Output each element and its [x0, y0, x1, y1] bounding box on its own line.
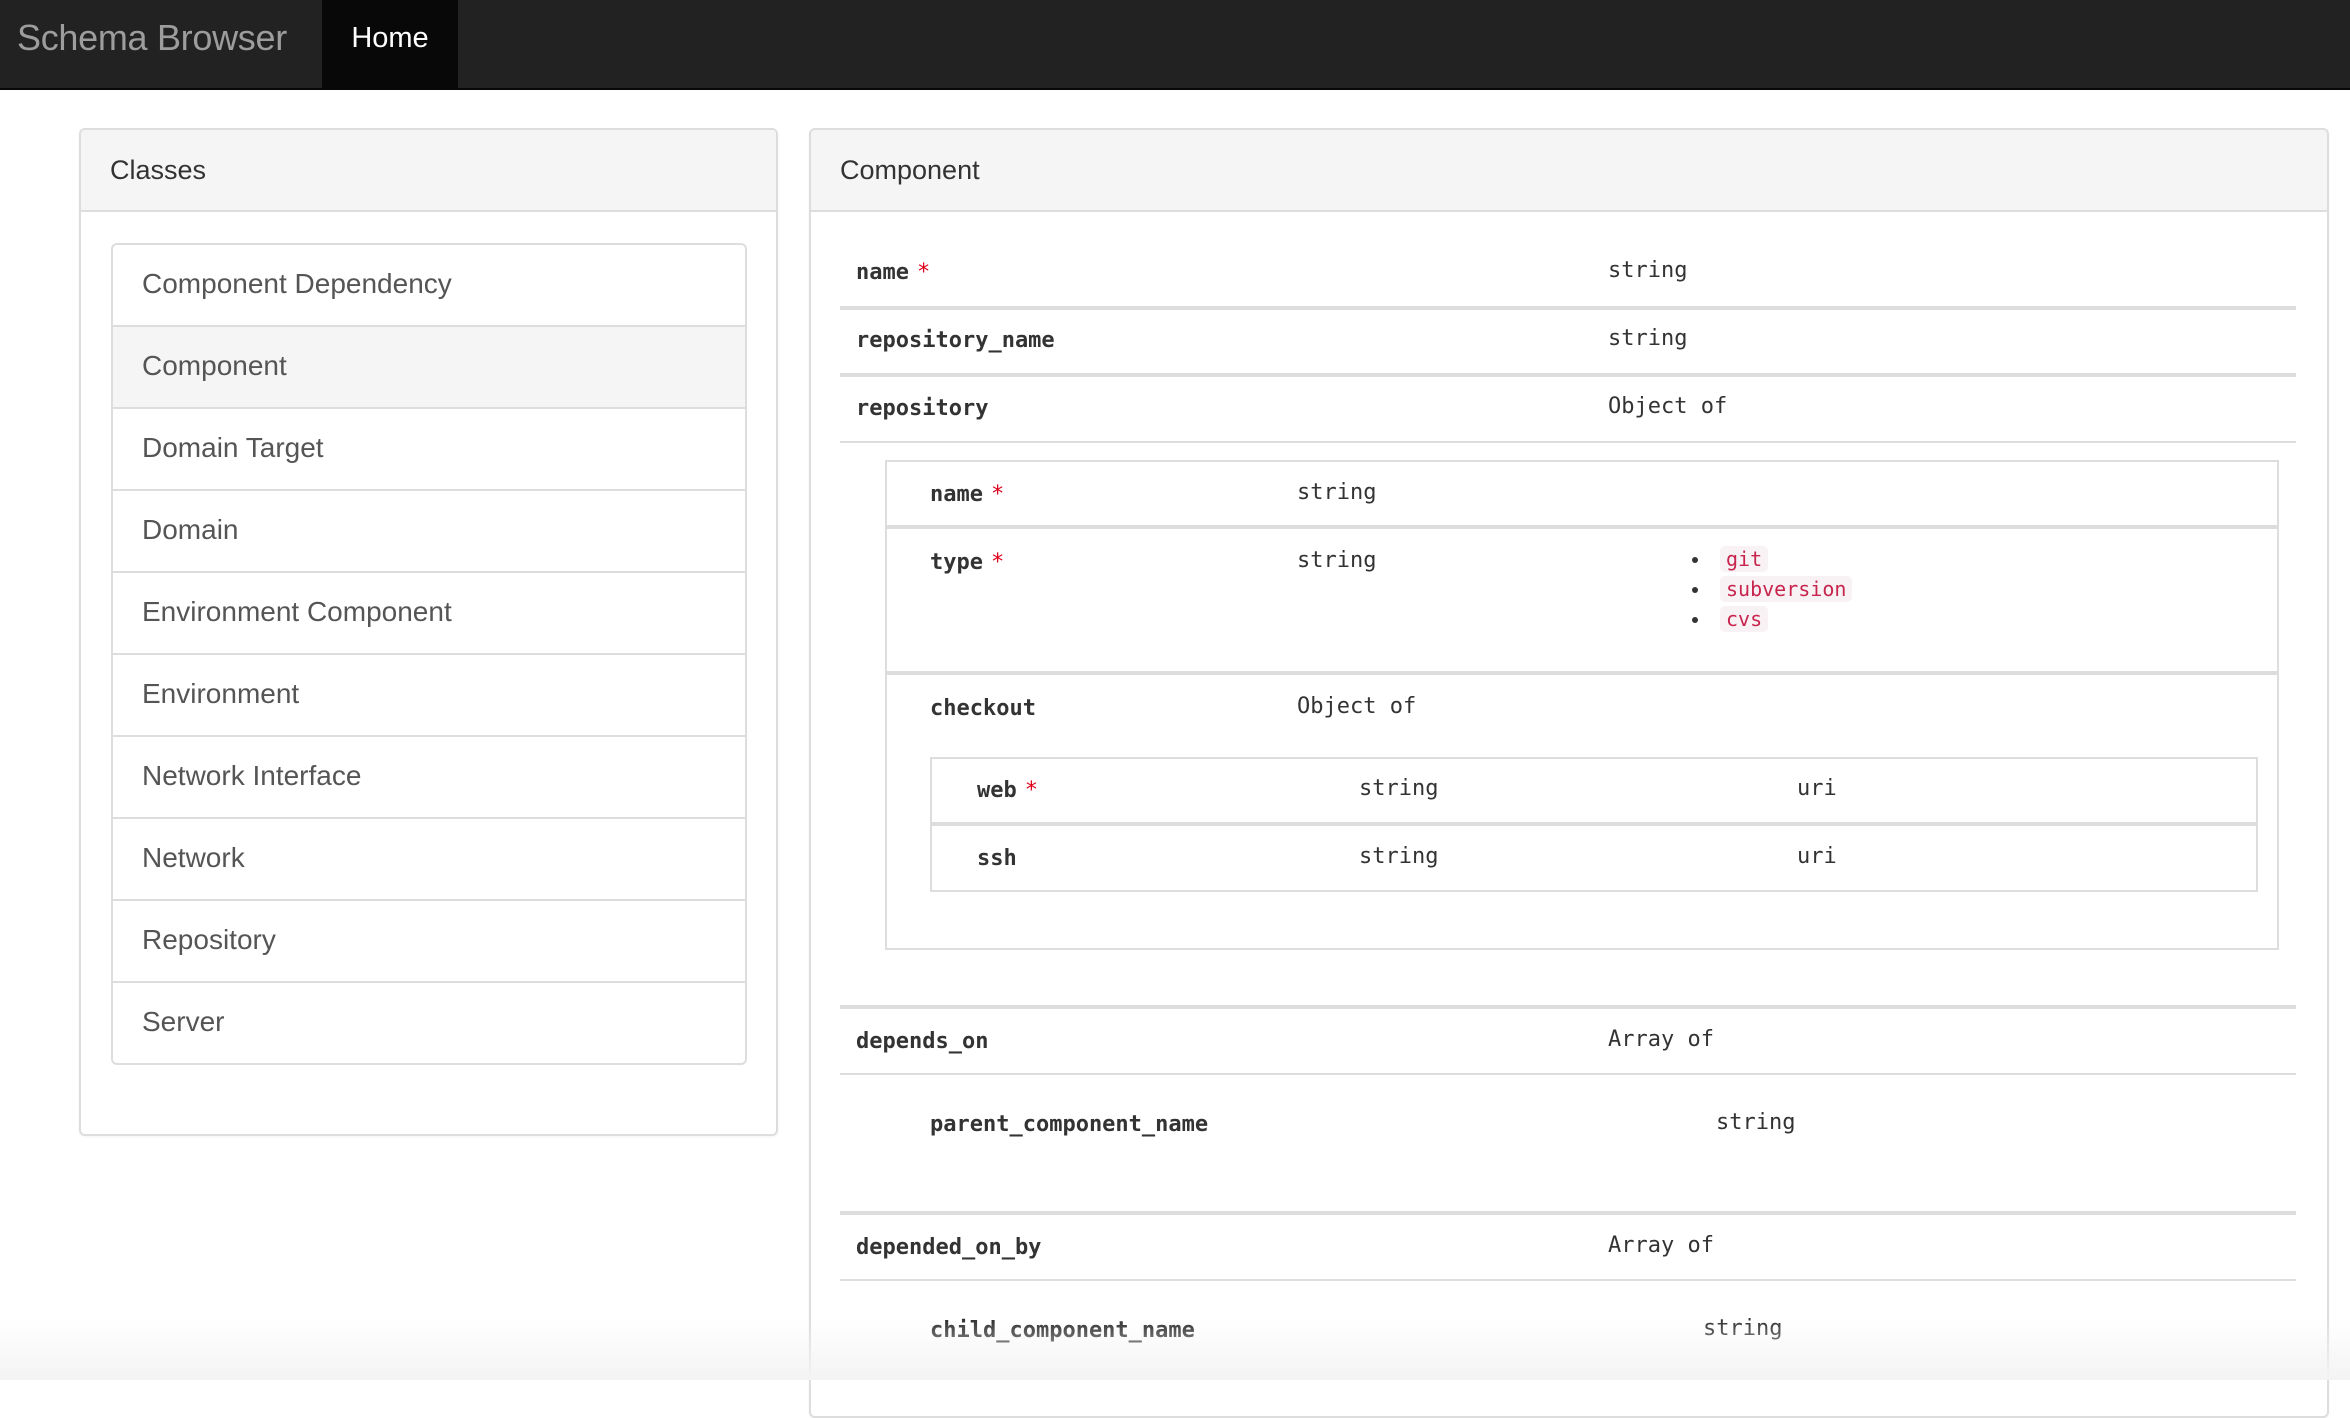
- class-item-environment[interactable]: Environment: [113, 653, 745, 735]
- row-divider: [840, 1211, 2296, 1215]
- field-type: string: [1297, 480, 1377, 505]
- field-name: child_component_name: [930, 1318, 1195, 1343]
- row-divider: [887, 525, 2277, 529]
- required-marker: *: [916, 260, 931, 285]
- class-item-domain-target[interactable]: Domain Target: [113, 407, 745, 489]
- field-name: depends_on: [856, 1029, 989, 1054]
- field-type: string: [1608, 258, 1688, 283]
- enum-value-subversion: subversion: [1720, 576, 1853, 602]
- field-format: uri: [1797, 776, 1837, 801]
- class-item-domain[interactable]: Domain: [113, 489, 745, 571]
- component-panel-heading: Component: [811, 130, 2327, 212]
- field-type: Array of: [1608, 1027, 1714, 1052]
- field-type: Object of: [1608, 394, 1728, 419]
- field-name: name *: [856, 260, 931, 285]
- class-list: Component Dependency Component Domain Ta…: [111, 243, 747, 1065]
- required-marker: *: [1024, 778, 1038, 803]
- enum-value-cvs: cvs: [1720, 606, 1769, 632]
- field-name: type *: [930, 550, 1005, 575]
- class-item-server[interactable]: Server: [113, 981, 745, 1063]
- field-name: checkout: [930, 696, 1036, 721]
- component-panel-title: Component: [840, 155, 980, 185]
- classes-panel: Classes Component Dependency Component D…: [79, 128, 778, 1136]
- enum-item: cvs: [1692, 604, 1852, 634]
- classes-panel-heading: Classes: [81, 130, 776, 212]
- field-name: depended_on_by: [856, 1235, 1042, 1260]
- row-divider: [932, 822, 2256, 826]
- class-item-component[interactable]: Component: [113, 325, 745, 407]
- field-format: uri: [1797, 844, 1837, 869]
- field-type: string: [1608, 326, 1688, 351]
- classes-panel-title: Classes: [110, 155, 207, 185]
- required-marker: *: [990, 550, 1005, 575]
- field-name: ssh: [977, 846, 1017, 871]
- nav-item-home[interactable]: Home: [322, 0, 458, 88]
- row-divider: [840, 1279, 2296, 1281]
- field-name: parent_component_name: [930, 1112, 1209, 1137]
- row-divider: [840, 306, 2296, 310]
- row-divider: [887, 671, 2277, 675]
- row-divider: [840, 1005, 2296, 1009]
- field-name: repository: [856, 396, 989, 421]
- class-item-component-dependency[interactable]: Component Dependency: [113, 245, 745, 325]
- enum-item: git: [1692, 544, 1852, 574]
- field-name: repository_name: [856, 328, 1055, 353]
- enum-values-list: git subversion cvs: [1692, 544, 1853, 634]
- field-type: string: [1359, 776, 1439, 801]
- field-type: Object of: [1297, 694, 1417, 719]
- field-name: web *: [977, 778, 1038, 803]
- field-type: string: [1359, 844, 1439, 869]
- field-type: string: [1297, 548, 1377, 573]
- brand-link[interactable]: Schema Browser: [17, 0, 287, 88]
- enum-item: subversion: [1692, 574, 1853, 604]
- class-item-network[interactable]: Network: [113, 817, 745, 899]
- field-name: name *: [930, 482, 1005, 507]
- enum-value-git: git: [1720, 546, 1769, 572]
- field-type: string: [1716, 1110, 1796, 1135]
- row-divider: [840, 441, 2296, 443]
- class-item-repository[interactable]: Repository: [113, 899, 745, 981]
- class-item-environment-component[interactable]: Environment Component: [113, 571, 745, 653]
- row-divider: [840, 373, 2296, 377]
- row-divider: [840, 1073, 2296, 1075]
- field-type: Array of: [1608, 1233, 1714, 1258]
- required-marker: *: [990, 482, 1005, 507]
- field-type: string: [1703, 1316, 1783, 1341]
- class-item-network-interface[interactable]: Network Interface: [113, 735, 745, 817]
- top-navbar: Schema Browser Home: [0, 0, 2350, 90]
